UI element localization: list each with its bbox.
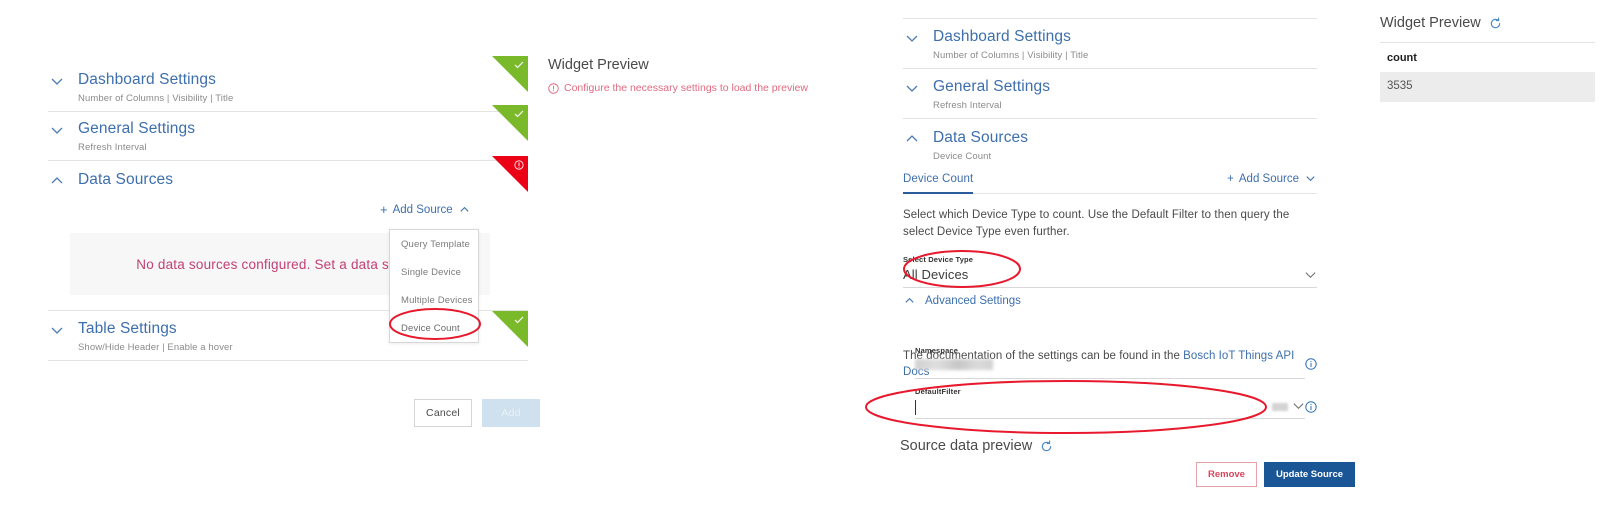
field-label: Namespace <box>915 346 1305 356</box>
info-icon-default-filter[interactable] <box>1305 400 1317 412</box>
check-icon <box>514 315 524 325</box>
menu-item-device-count[interactable]: Device Count <box>390 314 478 342</box>
info-icon-namespace[interactable] <box>1305 357 1317 369</box>
warning-icon <box>514 160 524 170</box>
status-badge-ok <box>492 105 528 141</box>
plus-icon: + <box>380 204 388 216</box>
left-widget-config-panel: Dashboard Settings Number of Columns | V… <box>0 0 540 518</box>
warning-circle-icon <box>548 83 559 94</box>
add-source-dropdown-menu[interactable]: Query Template Single Device Multiple De… <box>389 229 479 343</box>
right-section-data-sources[interactable]: Data Sources Device Count <box>903 120 1317 169</box>
left-section-dashboard-settings[interactable]: Dashboard Settings Number of Columns | V… <box>48 62 528 112</box>
source-data-preview: Source data preview <box>900 437 1053 456</box>
section-title: Data Sources <box>78 170 528 190</box>
chevron-up-icon[interactable] <box>903 130 921 148</box>
left-section-general-settings[interactable]: General Settings Refresh Interval <box>48 111 528 161</box>
right-widget-preview: Widget Preview count 3535 <box>1380 14 1595 102</box>
refresh-icon[interactable] <box>1489 17 1502 30</box>
data-source-tab-row: Device Count + Add Source <box>903 172 1317 194</box>
screen-root: Dashboard Settings Number of Columns | V… <box>0 0 1600 518</box>
source-data-preview-title: Source data preview <box>900 437 1032 456</box>
check-icon <box>514 60 524 70</box>
tab-device-count[interactable]: Device Count <box>903 173 973 185</box>
advanced-settings-label: Advanced Settings <box>925 295 1021 307</box>
left-section-data-sources[interactable]: Data Sources <box>48 162 528 196</box>
chevron-down-icon[interactable] <box>903 29 921 47</box>
check-icon <box>514 109 524 119</box>
right-section-dashboard-settings[interactable]: Dashboard Settings Number of Columns | V… <box>903 18 1317 69</box>
table-column-header: count <box>1380 43 1595 72</box>
refresh-icon[interactable] <box>1040 440 1053 453</box>
left-widget-preview: Widget Preview Configure the necessary s… <box>548 56 848 95</box>
menu-item-query-template[interactable]: Query Template <box>390 230 478 258</box>
widget-preview-warning: Configure the necessary settings to load… <box>548 81 848 95</box>
status-badge-ok <box>492 56 528 92</box>
chevron-down-icon[interactable] <box>48 121 66 139</box>
chevron-down-icon[interactable] <box>1304 172 1317 185</box>
table-row: 3535 <box>1380 72 1595 102</box>
default-filter-field[interactable]: DefaultFilter <box>915 387 1305 419</box>
redacted-value <box>915 359 993 370</box>
field-value: All Devices <box>903 266 1304 284</box>
namespace-field[interactable]: Namespace <box>915 346 1305 379</box>
text-cursor <box>915 397 1272 415</box>
add-button[interactable]: Add <box>482 399 540 427</box>
redacted-value <box>1272 403 1288 411</box>
chevron-down-icon[interactable] <box>48 72 66 90</box>
update-source-button[interactable]: Update Source <box>1264 462 1355 487</box>
chevron-down-icon[interactable] <box>48 321 66 339</box>
section-title: Data Sources <box>933 128 1317 148</box>
status-badge-ok <box>492 311 528 347</box>
empty-message-text: No data sources configured. Set a data s… <box>136 257 423 272</box>
section-title: Dashboard Settings <box>933 27 1317 47</box>
chevron-down-icon[interactable] <box>903 79 921 97</box>
right-action-buttons: Remove Update Source <box>1196 462 1355 487</box>
right-section-general-settings[interactable]: General Settings Refresh Interval <box>903 69 1317 119</box>
section-subtitle: Refresh Interval <box>78 141 528 154</box>
widget-preview-title: Widget Preview <box>548 56 848 75</box>
menu-item-multiple-devices[interactable]: Multiple Devices <box>390 286 478 314</box>
remove-button[interactable]: Remove <box>1196 462 1257 487</box>
plus-icon: + <box>1227 173 1234 185</box>
add-source-label: Add Source <box>1239 173 1299 185</box>
chevron-down-icon[interactable] <box>1304 268 1317 281</box>
widget-preview-header: Widget Preview <box>1380 14 1595 43</box>
status-badge-error <box>492 156 528 192</box>
section-subtitle: Refresh Interval <box>933 99 1317 112</box>
cancel-button[interactable]: Cancel <box>414 399 472 427</box>
select-device-type-field[interactable]: Select Device Type All Devices <box>903 255 1317 288</box>
add-source-label: Add Source <box>393 204 453 216</box>
menu-item-single-device[interactable]: Single Device <box>390 258 478 286</box>
chevron-up-icon[interactable] <box>458 203 471 216</box>
widget-preview-title: Widget Preview <box>1380 14 1481 33</box>
chevron-up-icon[interactable] <box>903 294 916 307</box>
widget-preview-warning-text: Configure the necessary settings to load… <box>564 81 808 95</box>
data-source-description: Select which Device Type to count. Use t… <box>903 207 1303 241</box>
section-subtitle: Number of Columns | Visibility | Title <box>933 49 1317 62</box>
chevron-down-icon[interactable] <box>1292 399 1305 412</box>
left-action-buttons: Cancel Add <box>414 399 540 427</box>
field-label: DefaultFilter <box>915 387 1272 397</box>
add-source-button[interactable]: + Add Source <box>1227 172 1317 185</box>
section-title: Dashboard Settings <box>78 70 528 90</box>
section-title: General Settings <box>78 119 528 139</box>
field-label: Select Device Type <box>903 255 1304 265</box>
section-subtitle: Number of Columns | Visibility | Title <box>78 92 528 105</box>
section-subtitle: Device Count <box>933 150 1317 163</box>
add-source-button[interactable]: + Add Source <box>380 203 471 216</box>
section-title: General Settings <box>933 77 1317 97</box>
chevron-up-icon[interactable] <box>48 172 66 190</box>
advanced-settings-toggle[interactable]: Advanced Settings <box>903 294 1021 307</box>
